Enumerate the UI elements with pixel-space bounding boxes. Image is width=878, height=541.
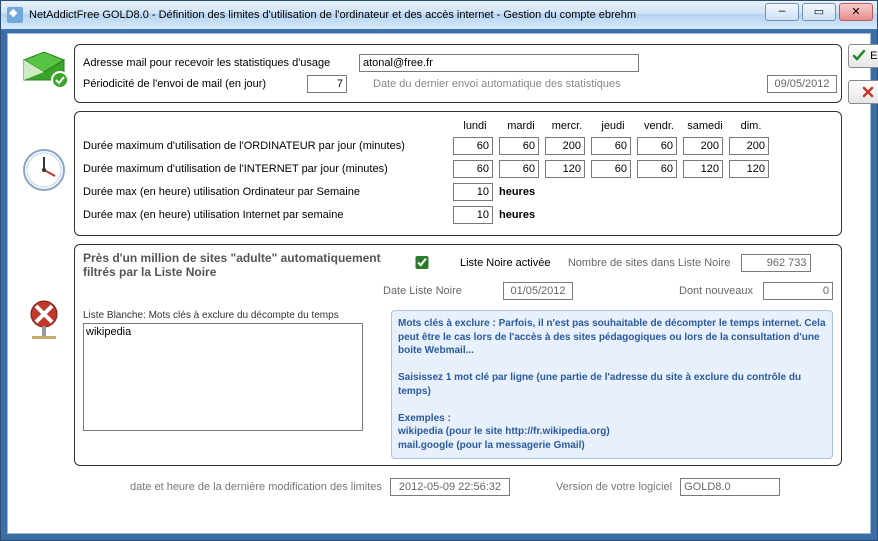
email-group: Adresse mail pour recevoir les statistiq… [74,44,842,103]
version-label: Version de votre logiciel [556,481,672,493]
internet-fri[interactable] [637,160,677,178]
day-mon: lundi [455,120,495,132]
computer-sat[interactable] [683,137,723,155]
whitelist-label: Liste Blanche: Mots clés à exclure du dé… [83,310,383,321]
limits-group: lundi mardi mercr. jeudi vendr. samedi d… [74,111,842,236]
left-icon-column [20,44,68,340]
last-send-value [767,75,837,93]
client-area: Adresse mail pour recevoir les statistiq… [7,33,871,534]
internet-thu[interactable] [591,160,631,178]
period-label: Périodicité de l'envoi de mail (en jour) [83,78,301,90]
blacklist-group: Près d'un million de sites "adulte" auto… [74,244,842,466]
save-button[interactable]: Enregistrer [848,44,878,68]
last-send-label: Date du dernier envoi automatique des st… [373,78,621,90]
computer-week-input[interactable] [453,183,493,201]
blacklist-enabled-checkbox[interactable] [387,256,457,269]
titlebar[interactable]: NetAddictFree GOLD8.0 - Définition des l… [1,1,877,29]
computer-limit-label: Durée maximum d'utilisation de l'ORDINAT… [83,140,453,152]
stop-sign-icon [20,300,68,340]
clock-icon [20,150,68,190]
internet-week-label: Durée max (en heure) utilisation Interne… [83,209,453,221]
hours-unit-2: heures [499,209,535,221]
hours-unit: heures [499,186,535,198]
blacklist-date [503,282,573,300]
internet-limit-label: Durée maximum d'utilisation de l'INTERNE… [83,163,453,175]
computer-mon[interactable] [453,137,493,155]
whitelist-textarea[interactable] [83,323,363,431]
email-label: Adresse mail pour recevoir les statistiq… [83,57,353,69]
day-tue: mardi [501,120,541,132]
mod-date-label: date et heure de la dernière modificatio… [130,481,382,493]
check-icon [852,49,866,63]
save-button-label: Enregistrer [870,50,878,62]
internet-day-inputs [453,160,769,178]
internet-week-input[interactable] [453,206,493,224]
maximize-button[interactable]: ▭ [802,3,836,21]
blacklist-new [763,282,833,300]
computer-wed[interactable] [545,137,585,155]
internet-tue[interactable] [499,160,539,178]
computer-tue[interactable] [499,137,539,155]
blacklist-enabled-label: Liste Noire activée [460,257,551,269]
blacklist-date-label: Date Liste Noire [383,285,503,297]
internet-sat[interactable] [683,160,723,178]
internet-wed[interactable] [545,160,585,178]
day-header: lundi mardi mercr. jeudi vendr. samedi d… [455,120,833,132]
app-window: NetAddictFree GOLD8.0 - Définition des l… [0,0,878,541]
day-sun: dim. [731,120,771,132]
computer-week-label: Durée max (en heure) utilisation Ordinat… [83,186,453,198]
footer: date et heure de la dernière modificatio… [130,478,858,496]
window-close-button[interactable]: ✕ [839,3,873,21]
day-wed: mercr. [547,120,587,132]
internet-sun[interactable] [729,160,769,178]
day-sat: samedi [685,120,725,132]
minimize-button[interactable]: — [765,3,799,21]
blacklist-count-label: Nombre de sites dans Liste Noire [551,257,741,269]
mod-date-value [390,478,510,496]
period-input[interactable] [307,75,347,93]
close-icon [861,85,875,99]
internet-mon[interactable] [453,160,493,178]
day-fri: vendr. [639,120,679,132]
computer-fri[interactable] [637,137,677,155]
version-value [680,478,780,496]
email-input[interactable] [359,54,639,72]
blacklist-new-label: Dont nouveaux [573,285,763,297]
computer-day-inputs [453,137,769,155]
computer-sun[interactable] [729,137,769,155]
computer-thu[interactable] [591,137,631,155]
help-text: Mots clés à exclure : Parfois, il n'est … [391,310,833,459]
day-thu: jeudi [593,120,633,132]
window-title: NetAddictFree GOLD8.0 - Définition des l… [29,9,871,21]
blacklist-intro: Près d'un million de sites "adulte" auto… [83,251,383,279]
close-button[interactable]: Fermer [848,80,878,104]
blacklist-count [741,254,811,272]
app-icon [7,7,23,23]
mail-icon [20,50,68,90]
